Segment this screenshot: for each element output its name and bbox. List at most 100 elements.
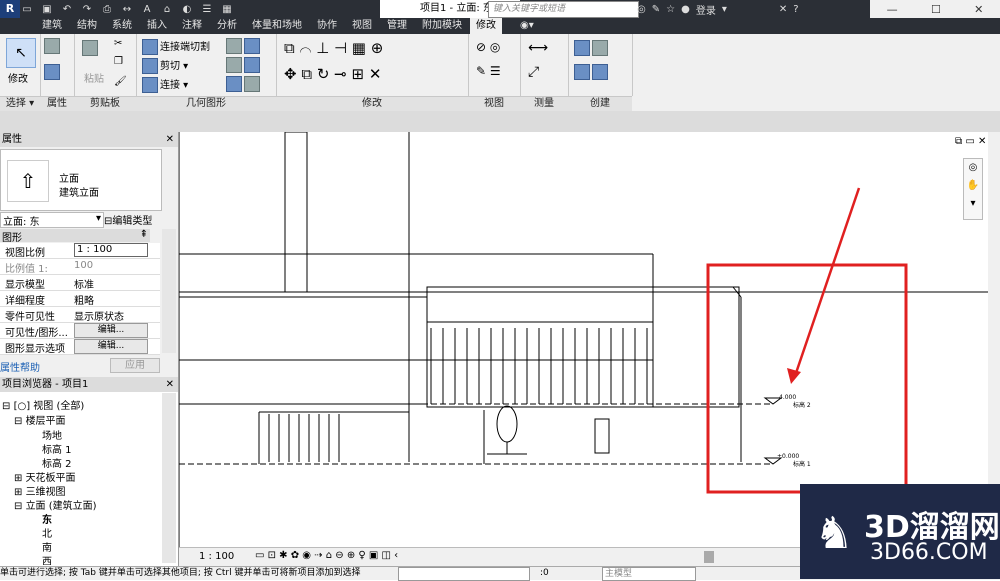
navigation-bar[interactable]: ◎ ✋ ▾ [963,158,983,220]
join-button[interactable]: 连接 ▾ [142,76,188,93]
tab-massing-site[interactable]: 体量和场地 [252,18,302,34]
tab-annotate[interactable]: 注释 [182,18,202,34]
coord-readout: :0 [540,568,549,578]
section-icon[interactable]: ◐ [180,4,194,15]
redo-icon[interactable]: ↷ [80,4,94,15]
properties-icon[interactable] [44,38,62,54]
horizontal-scroll-thumb[interactable] [704,551,714,563]
tab-insert[interactable]: 插入 [147,18,167,34]
properties-palette: 属性 ✕ ⇧ 立面 建筑立面 立面: 东 ▾ ⊟编辑类型 图形 ⇞ 视图比例 1 : 1… [0,132,179,377]
tree-views-all[interactable]: ⊟ [○] 视图 (全部) [2,397,84,412]
geometry-tool-1-icon[interactable] [226,38,262,54]
tree-ceiling-plans[interactable]: ⊞ 天花板平面 [14,469,76,484]
tab-modify[interactable]: 修改 [470,18,502,34]
paste-button[interactable]: 粘贴 [84,70,104,85]
instance-selector[interactable]: 立面: 东 ▾ [0,212,104,228]
prop-row-detail-level[interactable]: 详细程度 粗略 [0,291,160,307]
create-group-icon[interactable] [574,40,610,56]
save-icon[interactable]: ▣ [40,4,54,15]
browser-scrollbar[interactable] [162,393,176,563]
tab-structure[interactable]: 结构 [77,18,97,34]
cut-button[interactable]: 剪切 ▾ [142,57,188,74]
tree-floor-plans[interactable]: ⊟ 楼层平面 [14,412,66,427]
type-selector[interactable]: ⇧ 立面 建筑立面 [0,149,162,211]
match-properties-icon[interactable]: 🖌 [114,76,127,87]
geometry-tool-2-icon[interactable] [226,57,262,73]
close-hidden-icon[interactable]: ▦ [220,4,234,15]
tree-north[interactable]: 北 [42,525,52,540]
app-logo[interactable]: R [0,0,20,18]
view-override-icon[interactable]: ✎ ☰ [476,64,501,78]
panel-title-modify: 修改 [276,96,468,111]
modify-tools-row-1[interactable]: ⧉ ⌒ ⊥ ⊣ ▦ ⊕ [284,38,383,58]
cut-clipboard-icon[interactable]: ✂ [114,38,122,49]
exchange-icon[interactable]: ✕ [779,4,787,15]
prop-row-parts-visibility[interactable]: 零件可见性 显示原状态 [0,307,160,323]
chevron-down-icon[interactable]: ▾ [722,4,727,15]
visibility-edit-button[interactable]: 编辑... [74,323,148,338]
binoculars-icon[interactable]: ◎ [637,4,646,15]
paste-icon[interactable] [82,40,100,56]
tree-3d-views[interactable]: ⊞ 三维视图 [14,483,66,498]
tree-elevations[interactable]: ⊟ 立面 (建筑立面) [14,497,97,512]
measure-tool-icon[interactable]: ⟷ [528,40,548,56]
text-icon[interactable]: A [140,4,154,15]
login-label[interactable]: 登录 [696,2,716,17]
open-icon[interactable]: ▭ [20,4,34,15]
minimize-icon[interactable]: — [887,3,898,16]
prop-row-display-model[interactable]: 显示模型 标准 [0,275,160,291]
wrench-icon[interactable]: ✎ [652,4,660,15]
tab-addins[interactable]: 附加模块 [422,18,462,34]
view-control-icons[interactable]: ▭ ⊡ ✱ ✿ ◉ ⇢ ⌂ ⊖ ⊕ ♀ ▣ ◫ ‹ [255,550,398,561]
modify-button[interactable]: 修改 [8,70,28,85]
tab-manage[interactable]: 管理 [387,18,407,34]
window-controls: — ☐ ✕ [870,0,1000,18]
user-icon[interactable]: ● [681,4,690,15]
graphic-display-edit-button[interactable]: 编辑... [74,339,148,354]
search-input[interactable]: 键入关键字或短语 [488,1,639,18]
tree-west[interactable]: 西 [42,553,52,565]
apply-button[interactable]: 应用 [110,358,160,373]
tree-south[interactable]: 南 [42,539,52,554]
tab-systems[interactable]: 系统 [112,18,132,34]
undo-icon[interactable]: ↶ [60,4,74,15]
tab-view[interactable]: 视图 [352,18,372,34]
create-similar-icon[interactable] [574,64,610,80]
measure-icon[interactable]: ↔ [120,4,134,15]
close-icon[interactable]: ✕ [974,3,983,16]
print-icon[interactable]: ⎙ [100,4,114,15]
copy-icon[interactable]: ❐ [114,56,123,67]
close-icon[interactable]: ✕ [166,377,174,392]
type-properties-icon[interactable] [44,64,62,80]
tree-level-1[interactable]: 标高 1 [42,441,72,456]
tab-analyze[interactable]: 分析 [217,18,237,34]
options-bar [0,111,1000,132]
view-scale-input[interactable]: 1 : 100 [74,243,148,257]
properties-scrollbar[interactable] [162,229,176,353]
tab-collaborate[interactable]: 协作 [317,18,337,34]
3d-view-icon[interactable]: ⌂ [160,4,174,15]
panel-title-select[interactable]: 选择 ▾ [0,96,40,111]
tree-site[interactable]: 场地 [42,427,62,442]
tree-east[interactable]: 东 [42,511,52,526]
star-icon[interactable]: ☆ [666,4,675,15]
view-scale-label[interactable]: 1 : 100 [199,551,234,562]
thin-lines-icon[interactable]: ☰ [200,4,214,15]
dimension-tool-icon[interactable]: ⤢ [528,64,539,80]
highlight-box [706,263,908,494]
tree-level-2[interactable]: 标高 2 [42,455,72,470]
help-icon[interactable]: ? [793,4,798,15]
close-icon[interactable]: ✕ [166,132,174,147]
modify-cursor-icon[interactable]: ↖ [6,38,36,68]
edit-type-button[interactable]: ⊟编辑类型 [104,212,152,227]
maximize-icon[interactable]: ☐ [931,3,941,16]
modify-tools-row-2[interactable]: ✥ ⧉ ↻ ⊸ ⊞ ✕ [284,64,381,84]
join-cut-button[interactable]: 连接端切割 [142,38,210,55]
view-tools-icon[interactable]: ⊘ ◎ [476,40,500,54]
group-graphics[interactable]: 图形 ⇞ [0,229,150,244]
properties-help-link[interactable]: 属性帮助 [0,359,40,374]
tab-extra-icon[interactable]: ◉▾ [520,18,534,34]
tab-architecture[interactable]: 建筑 [42,18,62,34]
geometry-tool-3-icon[interactable] [226,76,262,92]
view-window-controls[interactable]: ⧉ ▭ ✕ [955,136,986,147]
